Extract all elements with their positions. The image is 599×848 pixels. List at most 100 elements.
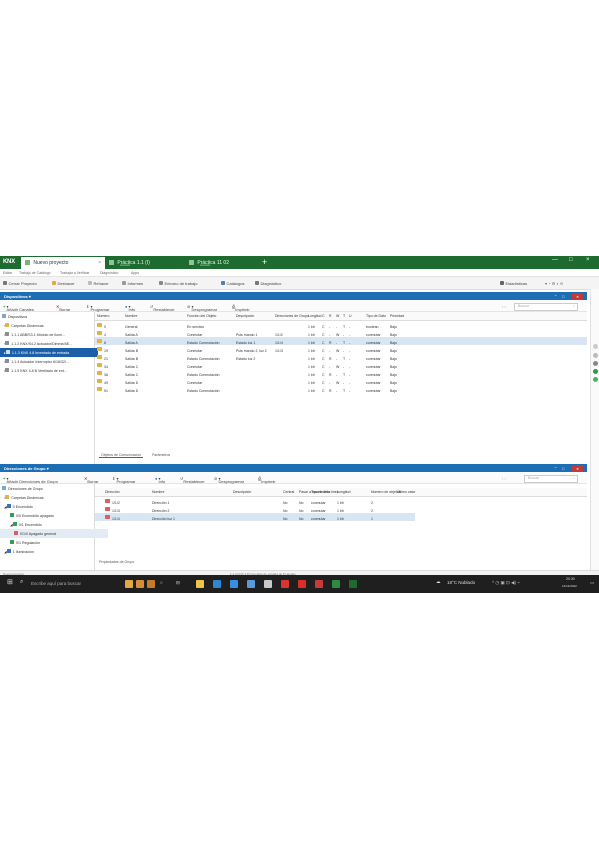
column-header-c[interactable]: C bbox=[322, 314, 325, 318]
panel-close-button[interactable]: × bbox=[572, 292, 583, 300]
tab-practica-1[interactable]: Práctica 1.1 (I) Inversión bbox=[105, 257, 177, 269]
panel-collapse-icon[interactable]: ⌃ bbox=[554, 294, 557, 299]
task-view-icon[interactable]: ○ bbox=[160, 580, 163, 585]
windows-start-icon[interactable]: ⊞ bbox=[7, 578, 13, 586]
table-row[interactable]: 49 Salida D Conmutar 1 bit C - W - - conmutar Bajo bbox=[95, 377, 587, 385]
clock-date[interactable]: 14/11/2022 bbox=[562, 584, 577, 588]
devices-panel-title[interactable]: Dispositivos ▾ bbox=[4, 294, 31, 299]
unprogram-button[interactable]: ⊘ Desprogramar ▾ bbox=[214, 476, 244, 484]
table-row[interactable]: 1/1/3 Dirección 2 No No conmutar 1 bit 2 bbox=[95, 505, 415, 513]
column-header-type[interactable]: Tipo de Dato bbox=[366, 314, 386, 318]
mail-icon[interactable] bbox=[247, 580, 255, 588]
menu-diagnostico[interactable]: Diagnóstico bbox=[100, 271, 118, 275]
table-row[interactable]: 1/1/2 Dirección 1 No No conmutar 1 bit 2 bbox=[95, 497, 415, 505]
reset-button[interactable]: ↺ Restablecer bbox=[180, 476, 205, 484]
app-icon[interactable] bbox=[147, 580, 155, 588]
program-button[interactable]: ⬇ Programar ▾ bbox=[86, 304, 109, 312]
side-icon[interactable] bbox=[593, 353, 598, 358]
maximize-button[interactable]: □ bbox=[569, 257, 573, 263]
menu-apps[interactable]: Apps bbox=[131, 271, 139, 275]
panel-restore-icon[interactable]: □ bbox=[562, 466, 564, 471]
column-header-central[interactable]: Central bbox=[283, 490, 294, 494]
side-icon[interactable] bbox=[593, 344, 598, 349]
table-row[interactable]: 34 Salida C Conmutar 1 bit C - W - - conmutar Bajo bbox=[95, 361, 587, 369]
tree-item-5[interactable]: 0/1/0 Apagado general bbox=[0, 529, 108, 538]
tree-item-5[interactable]: › 1.1.4 Actuador Interruptor 6/16/32/... bbox=[0, 357, 98, 366]
devices-search-input[interactable]: Buscar ⌕ bbox=[514, 302, 578, 311]
tree-item-0[interactable]: Direcciones de Grupo bbox=[0, 484, 96, 493]
weather-text[interactable]: 18°C Nublado bbox=[447, 580, 475, 585]
tree-item-6[interactable]: › 1.1.5 KNX 4.8 B Ventilado de ent... bbox=[0, 366, 98, 375]
info-button[interactable]: ● Info ▾ bbox=[155, 476, 165, 484]
column-header-group[interactable]: Direcciones de Grupo bbox=[275, 314, 309, 318]
workspace-button[interactable]: Entorno de trabajo bbox=[159, 281, 197, 286]
column-header-name[interactable]: Nombre bbox=[152, 490, 164, 494]
delete-button[interactable]: ✕ Borrar bbox=[84, 476, 98, 484]
app-icon[interactable] bbox=[136, 580, 144, 588]
table-row[interactable]: 1/1/4 Dirección luz 1 No No conmutar 1 bit 1 bbox=[95, 513, 415, 521]
statistics-button[interactable]: Estadísticas bbox=[500, 281, 527, 286]
tab-nuevo-proyecto[interactable]: Nuevo proyecto × bbox=[21, 257, 105, 269]
column-header-u[interactable]: U bbox=[349, 314, 352, 318]
add-group-addresses-button[interactable]: + Añadir Direcciones de Grupo ▾ bbox=[3, 476, 58, 484]
column-header-num[interactable]: Número bbox=[97, 314, 109, 318]
column-header-addr[interactable]: Dirección bbox=[105, 490, 120, 494]
app-icon[interactable] bbox=[264, 580, 272, 588]
nav-arrows[interactable]: ‹ › bbox=[502, 476, 506, 481]
app-icon[interactable] bbox=[125, 580, 133, 588]
side-status-icon[interactable] bbox=[593, 369, 598, 374]
reset-button[interactable]: ↺ Restablecer bbox=[150, 304, 175, 312]
tree-item-6[interactable]: 0/1 Regulación bbox=[0, 538, 104, 547]
nav-arrows[interactable]: ‹ › bbox=[502, 304, 506, 309]
tree-item-1[interactable]: › Carpetas Dinámicas bbox=[0, 493, 98, 502]
toolbar-extra-icons[interactable]: ▾ ◔ ⚙ ◐ ⊖ bbox=[545, 281, 563, 286]
tree-item-7[interactable]: ◢ 1 Iluminación bbox=[0, 547, 98, 556]
side-status-icon[interactable] bbox=[593, 377, 598, 382]
column-header-desc[interactable]: Descripción bbox=[233, 490, 251, 494]
unprogram-button[interactable]: ⊘ Desprogramar ▾ bbox=[187, 304, 217, 312]
column-header-r[interactable]: R bbox=[329, 314, 332, 318]
youtube-icon[interactable] bbox=[298, 580, 306, 588]
undo-button[interactable]: Deshacer bbox=[52, 281, 75, 286]
table-row[interactable]: 19 Salida B Conmutar Puls mando 2, luz 2 1/1… bbox=[95, 345, 587, 353]
column-header-t[interactable]: T bbox=[343, 314, 345, 318]
tree-item-2[interactable]: ◢ 0 Encendido bbox=[0, 502, 98, 511]
column-header-desc[interactable]: Descripción bbox=[236, 314, 254, 318]
print-button[interactable]: ⎙ Imprimir bbox=[258, 476, 276, 484]
table-row[interactable]: 0 General En servicio 1 bit C - - T - boolean Bajo bbox=[95, 321, 587, 329]
notification-icon[interactable]: ▭ bbox=[590, 580, 594, 586]
widgets-icon[interactable]: ⊟ bbox=[176, 580, 180, 586]
menu-verificar[interactable]: Trabajar a Verificar bbox=[60, 271, 89, 275]
excel-icon[interactable] bbox=[332, 580, 340, 588]
group-addresses-search-input[interactable]: Buscar ⌕ bbox=[524, 474, 578, 483]
tab-communication-objects[interactable]: Objetos de Comunicación bbox=[99, 453, 144, 458]
tree-item-4[interactable]: ◢ 0/1 Encendido bbox=[0, 520, 104, 529]
column-header-last[interactable]: Último valor bbox=[397, 490, 415, 494]
column-header-type[interactable]: Tipo de dato bbox=[311, 490, 330, 494]
pdf-icon[interactable] bbox=[281, 580, 289, 588]
add-channels-button[interactable]: + Añadir Canales ▾ bbox=[3, 304, 34, 312]
close-project-button[interactable]: Cerrar Proyecto bbox=[3, 281, 37, 286]
tree-item-3[interactable]: 0/0 Encendido apagado bbox=[0, 511, 104, 520]
column-header-name[interactable]: Nombre bbox=[125, 314, 137, 318]
menu-editar[interactable]: Editar bbox=[3, 271, 12, 275]
table-row[interactable]: 21 Salida B Estado Conmutación Estado luz 2… bbox=[95, 353, 587, 361]
table-row[interactable]: 6 Salida A Estado Conmutación Estado luz 11… bbox=[95, 337, 587, 345]
taskbar-search-input[interactable]: Escribe aquí para buscar bbox=[31, 581, 81, 586]
panel-collapse-icon[interactable]: ⌃ bbox=[554, 466, 557, 471]
minimize-button[interactable]: — bbox=[552, 257, 558, 263]
table-row[interactable]: 51 Salida D Estado Conmutación 1 bit C R - T - co… bbox=[95, 385, 587, 393]
column-header-func[interactable]: Función del Objeto bbox=[187, 314, 216, 318]
app-icon[interactable] bbox=[315, 580, 323, 588]
delete-button[interactable]: ✕ Borrar bbox=[56, 304, 70, 312]
panel-restore-icon[interactable]: □ bbox=[562, 294, 564, 299]
catalogs-button[interactable]: Catálogos bbox=[221, 281, 245, 286]
tree-item-1[interactable]: › Carpetas Dinámicas bbox=[0, 321, 98, 330]
tray-icons[interactable]: ^ ◷ ▣ ⊡ ◀) ⌁ bbox=[492, 580, 520, 586]
program-button[interactable]: ⬇ Programar ▾ bbox=[112, 476, 135, 484]
new-tab-button[interactable]: + bbox=[262, 257, 267, 267]
column-header-len[interactable]: Longitud bbox=[337, 490, 350, 494]
group-addresses-panel-title[interactable]: Direcciones de Grupo ▾ bbox=[4, 466, 49, 471]
reports-button[interactable]: Informes bbox=[122, 281, 143, 286]
panel-close-button[interactable]: × bbox=[572, 464, 583, 472]
